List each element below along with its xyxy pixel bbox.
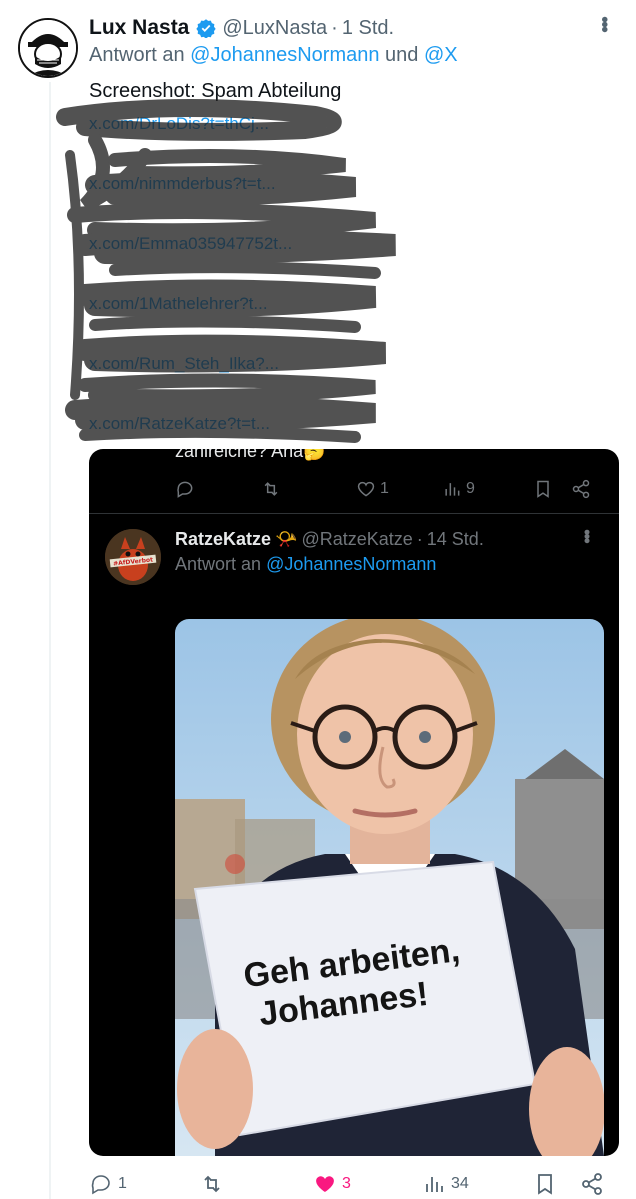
separator-dot: · bbox=[331, 16, 338, 39]
thread-line bbox=[49, 82, 51, 1199]
views-button[interactable]: 34 bbox=[422, 1172, 469, 1196]
views-count: 34 bbox=[451, 1175, 469, 1192]
tweet-action-bar: 1 3 34 bbox=[0, 1170, 636, 1199]
quoted-header: RatzeKatze 📯 @RatzeKatze · 14 Std. bbox=[175, 526, 589, 552]
share-icon bbox=[572, 479, 590, 499]
red-squirrel-avatar-icon: #AfDVerbot bbox=[105, 529, 161, 585]
woman-holding-sign-image: Geh arbeiten, Johannes! bbox=[175, 619, 604, 1156]
tweet-header: Lux Nasta @LuxNasta · 1 Std. bbox=[89, 14, 616, 42]
quoted-action-bar: 1 9 bbox=[89, 477, 619, 501]
reply-count: 1 bbox=[118, 1175, 127, 1192]
quoted-time[interactable]: 14 Std. bbox=[427, 529, 484, 550]
quoted-like-button[interactable]: 1 bbox=[356, 479, 389, 499]
quoted-reply-to-line: Antwort an @JohannesNormann bbox=[175, 554, 436, 575]
quoted-views-count: 9 bbox=[466, 480, 475, 497]
like-button[interactable]: 3 bbox=[313, 1172, 351, 1196]
reply-mention-2[interactable]: @X bbox=[424, 44, 458, 66]
link-item[interactable]: x.com/DrLoDis?t=thCj... bbox=[89, 114, 389, 174]
author-handle[interactable]: @LuxNasta bbox=[222, 17, 327, 40]
retweet-icon bbox=[264, 482, 278, 496]
quoted-separator-dot: · bbox=[416, 528, 423, 549]
reply-icon bbox=[177, 481, 193, 498]
views-icon bbox=[426, 1177, 443, 1192]
quoted-reply-mention[interactable]: @JohannesNormann bbox=[266, 554, 436, 574]
author-avatar[interactable] bbox=[18, 18, 78, 78]
tweet-time[interactable]: 1 Std. bbox=[342, 17, 394, 40]
more-options-icon[interactable]: ••• bbox=[593, 16, 615, 31]
heart-filled-icon bbox=[316, 1176, 334, 1192]
quoted-author-name[interactable]: RatzeKatze bbox=[175, 529, 271, 550]
retweet-icon bbox=[204, 1175, 220, 1193]
reply-to-line: Antwort an @JohannesNormann und @X bbox=[89, 44, 458, 67]
quoted-image[interactable]: Geh arbeiten, Johannes! bbox=[175, 619, 604, 1156]
reply-prefix: Antwort an bbox=[89, 44, 185, 66]
bookmark-icon bbox=[537, 480, 549, 498]
quoted-retweet-button[interactable] bbox=[261, 479, 285, 499]
quoted-share-button[interactable] bbox=[571, 479, 591, 499]
reply-mention-1[interactable]: @JohannesNormann bbox=[190, 44, 379, 66]
quoted-screenshot[interactable]: zahlreiche? Aha🤔 1 9 #AfDVerbot RatzeKat… bbox=[89, 449, 619, 1156]
author-name[interactable]: Lux Nasta bbox=[89, 16, 189, 40]
quoted-divider bbox=[89, 513, 619, 514]
retweet-button[interactable] bbox=[200, 1172, 229, 1196]
share-button[interactable] bbox=[580, 1172, 604, 1196]
link-item[interactable]: x.com/Rum_Steh_Ilka?... bbox=[89, 354, 389, 414]
quoted-more-options-icon[interactable]: ••• bbox=[576, 529, 597, 542]
link-item[interactable]: x.com/1Mathelehrer?t... bbox=[89, 294, 389, 354]
share-icon bbox=[582, 1173, 602, 1195]
bookmark-icon bbox=[538, 1174, 552, 1195]
link-list: x.com/DrLoDis?t=thCj... x.com/nimmderbus… bbox=[89, 114, 389, 474]
views-icon bbox=[445, 483, 460, 496]
quoted-views-button[interactable]: 9 bbox=[442, 479, 475, 499]
quoted-author-emoji: 📯 bbox=[275, 528, 298, 549]
reply-icon bbox=[91, 1175, 110, 1195]
reply-and: und bbox=[385, 44, 419, 66]
heart-icon bbox=[357, 481, 375, 497]
quoted-like-count: 1 bbox=[380, 480, 389, 497]
link-item[interactable]: x.com/nimmderbus?t=t... bbox=[89, 174, 389, 234]
quoted-bookmark-button[interactable] bbox=[533, 479, 553, 499]
quoted-cut-text: zahlreiche? Aha🤔 bbox=[175, 449, 326, 461]
reply-button[interactable]: 1 bbox=[89, 1172, 127, 1196]
quoted-reply-prefix: Antwort an bbox=[175, 554, 262, 574]
like-count: 3 bbox=[342, 1175, 351, 1192]
bookmark-button[interactable] bbox=[533, 1172, 557, 1196]
quoted-author-avatar[interactable]: #AfDVerbot bbox=[105, 529, 161, 585]
verified-badge-icon bbox=[196, 18, 217, 38]
tweet-text: Screenshot: Spam Abteilung bbox=[89, 80, 342, 102]
link-item[interactable]: x.com/Emma035947752t... bbox=[89, 234, 389, 294]
avatar-masked-face-icon bbox=[20, 20, 76, 76]
quoted-reply-button[interactable] bbox=[175, 479, 199, 499]
quoted-author-handle[interactable]: @RatzeKatze bbox=[301, 529, 412, 550]
